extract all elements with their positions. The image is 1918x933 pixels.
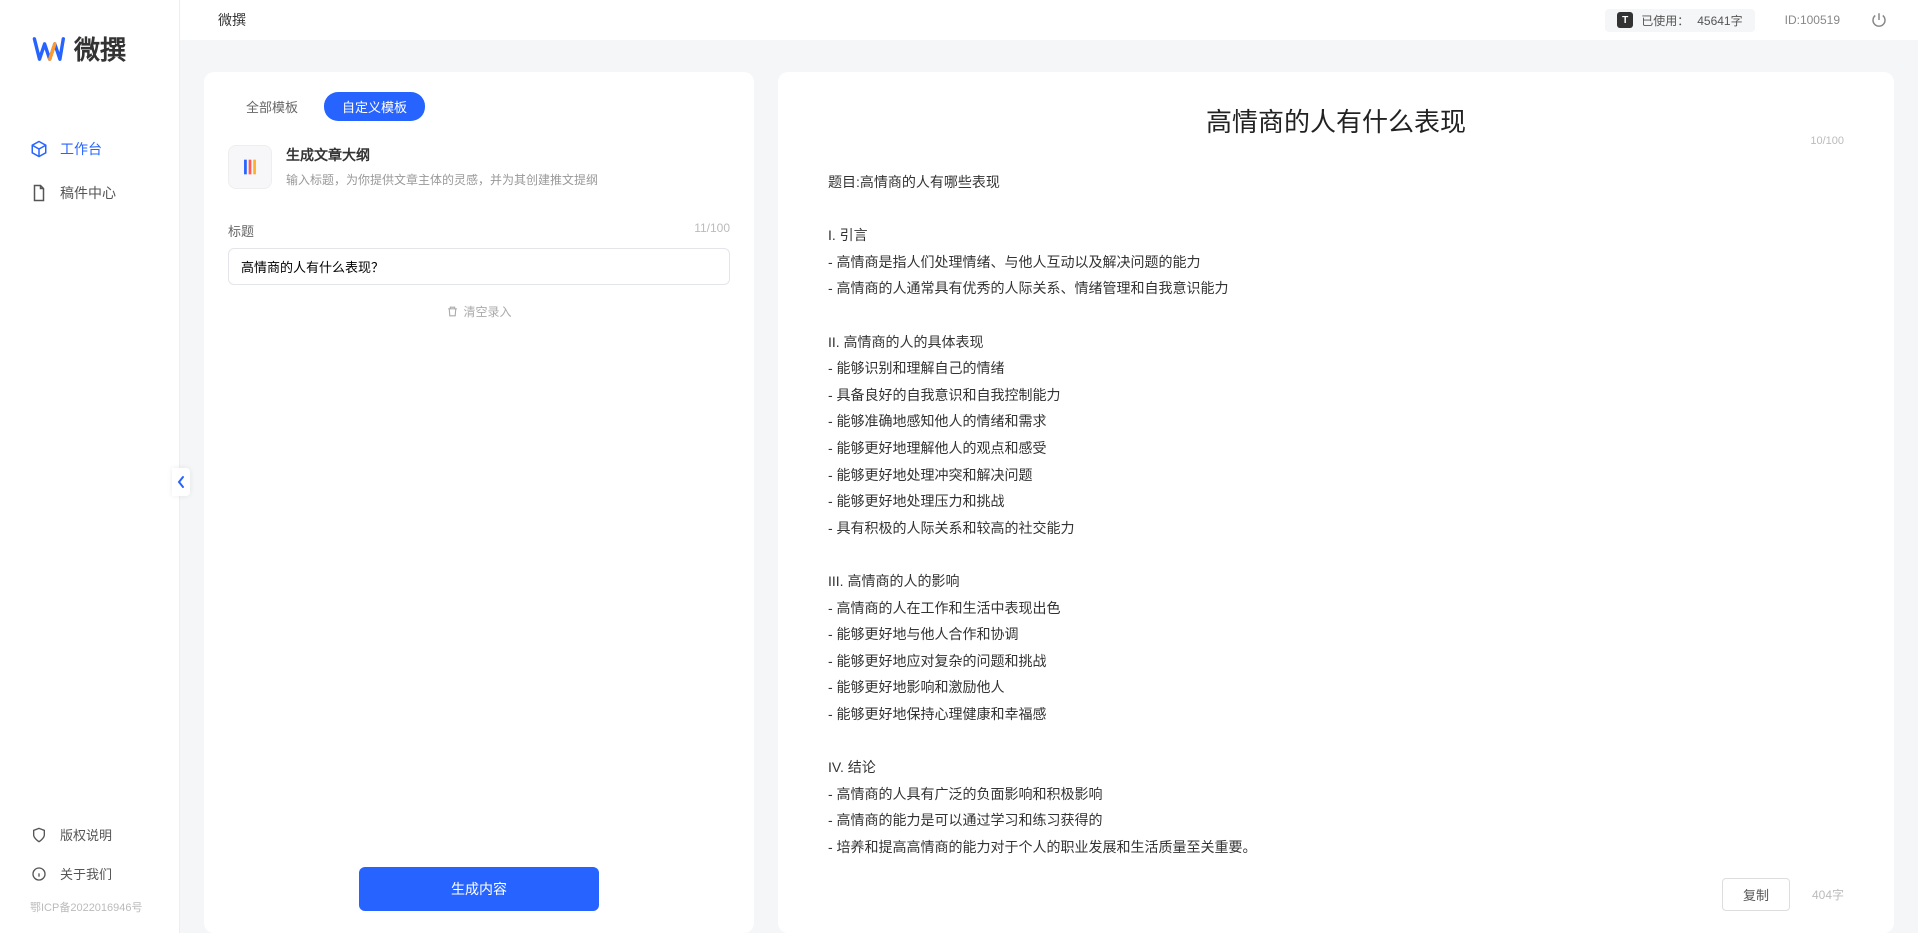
nav-label: 稿件中心: [60, 183, 116, 203]
template-desc: 输入标题，为你提供文章主体的灵感，并为其创建推文提纲: [286, 171, 598, 188]
sidebar: 微撰 工作台 稿件中心 版权说明 关于我们 鄂ICP: [0, 0, 180, 933]
tabs: 全部模板 自定义模板: [204, 92, 754, 133]
usage-badge[interactable]: T 已使用： 45641字: [1605, 9, 1754, 32]
shield-icon: [30, 826, 48, 844]
left-panel: 全部模板 自定义模板 生成文章大纲 输入标题，为你提供文章主体的灵感，并为其创建…: [204, 72, 754, 933]
template-card: 生成文章大纲 输入标题，为你提供文章主体的灵感，并为其创建推文提纲: [204, 133, 754, 201]
title-label: 标题: [228, 221, 254, 240]
title-counter: 11/100: [694, 221, 730, 240]
template-title: 生成文章大纲: [286, 145, 598, 165]
power-icon[interactable]: [1870, 11, 1888, 29]
output-char-count: 404字: [1812, 886, 1844, 903]
output-title-counter: 10/100: [1810, 135, 1844, 147]
template-icon: [228, 145, 272, 189]
clear-label: 清空录入: [463, 303, 511, 320]
nav: 工作台 稿件中心: [0, 127, 179, 215]
logo[interactable]: 微撰: [0, 30, 179, 97]
usage-label: 已使用：: [1641, 12, 1689, 29]
nav-label: 版权说明: [60, 825, 112, 844]
output-body: 题目:高情商的人有哪些表现 I. 引言 - 高情商是指人们处理情绪、与他人互动以…: [778, 149, 1894, 864]
nav-item-about[interactable]: 关于我们: [0, 854, 179, 893]
nav-item-copyright[interactable]: 版权说明: [0, 815, 179, 854]
tab-custom-template[interactable]: 自定义模板: [324, 92, 425, 121]
sidebar-collapse-button[interactable]: [172, 468, 190, 496]
trash-icon: [446, 305, 459, 318]
cube-icon: [30, 140, 48, 158]
sidebar-bottom: 版权说明 关于我们 鄂ICP备2022016946号: [0, 815, 179, 915]
clear-button[interactable]: 清空录入: [446, 303, 511, 320]
info-icon: [30, 865, 48, 883]
form-section: 标题 11/100 清空录入: [204, 201, 754, 320]
tab-all-templates[interactable]: 全部模板: [228, 92, 316, 121]
topbar: 微撰 T 已使用： 45641字 ID:100519: [180, 0, 1918, 40]
text-icon: T: [1617, 12, 1633, 28]
document-icon: [30, 184, 48, 202]
chevron-left-icon: [176, 475, 186, 489]
main: 全部模板 自定义模板 生成文章大纲 输入标题，为你提供文章主体的灵感，并为其创建…: [204, 72, 1894, 933]
right-panel: 高情商的人有什么表现 10/100 题目:高情商的人有哪些表现 I. 引言 - …: [778, 72, 1894, 933]
logo-icon: [30, 31, 66, 67]
usage-value: 45641字: [1697, 12, 1742, 29]
copy-button[interactable]: 复制: [1722, 878, 1790, 911]
nav-label: 关于我们: [60, 864, 112, 883]
logo-text: 微撰: [74, 30, 126, 67]
output-title: 高情商的人有什么表现: [828, 102, 1844, 139]
nav-item-drafts[interactable]: 稿件中心: [0, 171, 179, 215]
title-input[interactable]: [228, 248, 730, 285]
icp-text: 鄂ICP备2022016946号: [0, 893, 179, 915]
generate-button[interactable]: 生成内容: [359, 867, 599, 911]
nav-label: 工作台: [60, 139, 102, 159]
nav-item-workspace[interactable]: 工作台: [0, 127, 179, 171]
brand-title: 微撰: [210, 10, 246, 30]
user-id: ID:100519: [1785, 13, 1840, 27]
